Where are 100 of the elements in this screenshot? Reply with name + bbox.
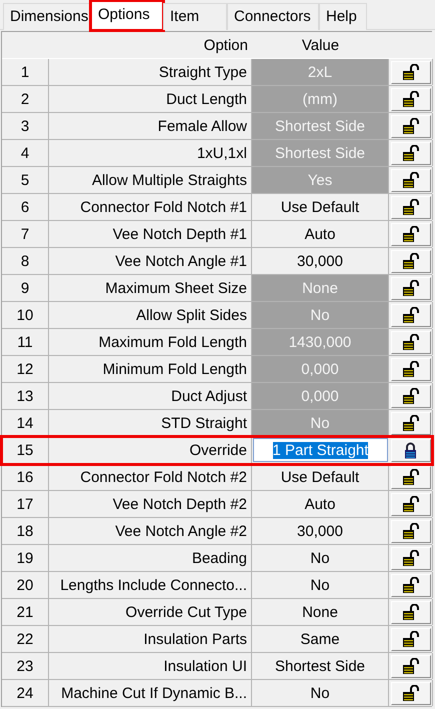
open-padlock-icon (402, 144, 419, 162)
option-label: Override Cut Type (49, 599, 252, 625)
lock-button[interactable] (390, 114, 430, 138)
lock-button[interactable] (390, 88, 430, 110)
lock-button[interactable] (390, 466, 430, 488)
row-number: 17 (2, 491, 49, 517)
lock-button[interactable] (390, 168, 430, 192)
row-number: 3 (2, 113, 49, 139)
row-number: 4 (2, 140, 49, 166)
row-number: 14 (2, 410, 49, 436)
open-padlock-icon (402, 550, 419, 566)
open-padlock-icon (402, 388, 419, 404)
open-padlock-icon (402, 64, 419, 80)
value-field[interactable]: 1 Part Straight (253, 438, 388, 462)
open-padlock-icon (402, 334, 419, 350)
open-padlock-icon (402, 172, 419, 188)
option-label: Machine Cut If Dynamic B... (49, 680, 252, 706)
lock-button[interactable] (390, 574, 430, 596)
row-number: 2 (2, 86, 49, 112)
column-header: Option (204, 36, 248, 54)
lock-button[interactable] (390, 546, 430, 570)
open-padlock-icon (402, 360, 419, 378)
option-label: Vee Notch Depth #2 (49, 491, 252, 517)
option-label: Connector Fold Notch #1 (49, 194, 252, 220)
option-label: Lengths Include Connecto... (49, 572, 252, 598)
lock-button[interactable] (390, 142, 430, 164)
open-padlock-icon (402, 522, 419, 540)
tab[interactable]: Dimensions (3, 3, 91, 30)
value-cell[interactable]: Same (252, 626, 389, 652)
row-number: 9 (2, 275, 49, 301)
row-number: 8 (2, 248, 49, 274)
value-cell[interactable]: Auto (252, 491, 389, 517)
value-cell[interactable]: 30,000 (252, 248, 389, 274)
lock-button[interactable] (390, 520, 430, 542)
row-number: 21 (2, 599, 49, 625)
value-cell[interactable]: Use Default (252, 194, 389, 220)
option-label: Connector Fold Notch #2 (49, 464, 252, 490)
lock-button[interactable] (390, 628, 430, 650)
open-padlock-icon (402, 658, 419, 674)
lock-button[interactable] (390, 304, 430, 326)
row-number: 22 (2, 626, 49, 652)
open-padlock-icon (402, 280, 419, 296)
value-cell[interactable]: Auto (252, 221, 389, 247)
open-padlock-icon (402, 252, 419, 270)
open-padlock-icon (402, 306, 419, 324)
lock-button[interactable] (390, 682, 430, 704)
option-label: Insulation UI (49, 653, 252, 679)
lock-button[interactable] (390, 196, 430, 218)
row-number: 11 (2, 329, 49, 355)
open-padlock-icon (402, 604, 419, 620)
row-number: 6 (2, 194, 49, 220)
open-padlock-icon (402, 496, 419, 512)
tab[interactable]: Item (163, 3, 227, 30)
value-cell[interactable]: No (252, 680, 389, 706)
row-number: 5 (2, 167, 49, 193)
open-padlock-icon (402, 118, 419, 134)
tab[interactable]: Help (319, 3, 367, 30)
open-padlock-icon (402, 90, 419, 108)
option-label: Insulation Parts (49, 626, 252, 652)
lock-button[interactable] (390, 222, 430, 246)
open-padlock-icon (402, 468, 419, 486)
tab[interactable]: Connectors (227, 3, 319, 30)
value-cell[interactable]: Shortest Side (252, 653, 389, 679)
row-number: 16 (2, 464, 49, 490)
option-label: Vee Notch Angle #1 (49, 248, 252, 274)
option-label: Beading (49, 545, 252, 571)
open-padlock-icon (402, 226, 419, 242)
lock-button[interactable] (390, 60, 430, 84)
lock-button[interactable] (390, 654, 430, 678)
lock-button[interactable] (390, 492, 430, 516)
open-padlock-icon (402, 414, 419, 432)
row-number: 24 (2, 680, 49, 706)
row-number: 18 (2, 518, 49, 544)
row-number: 15 (2, 437, 49, 463)
lock-button[interactable] (390, 600, 430, 624)
tab[interactable]: Options (91, 1, 163, 30)
value-cell[interactable]: Use Default (252, 464, 389, 490)
lock-button[interactable] (390, 276, 430, 300)
option-label: Override (49, 437, 252, 463)
lock-button[interactable] (390, 438, 430, 462)
row-number: 20 (2, 572, 49, 598)
lock-button[interactable] (390, 384, 430, 408)
value-cell[interactable]: 30,000 (252, 518, 389, 544)
lock-button[interactable] (390, 250, 430, 272)
open-padlock-icon (402, 576, 419, 594)
open-padlock-icon (402, 630, 419, 648)
value-cell[interactable]: No (252, 545, 389, 571)
lock-button[interactable] (390, 412, 430, 434)
row-number: 19 (2, 545, 49, 571)
lock-button[interactable] (390, 358, 430, 380)
row-number: 12 (2, 356, 49, 382)
value-cell[interactable]: No (252, 572, 389, 598)
column-header: Value (302, 36, 340, 54)
row-number: 1 (2, 59, 49, 85)
row-number: 10 (2, 302, 49, 328)
row-number: 7 (2, 221, 49, 247)
option-label: Vee Notch Depth #1 (49, 221, 252, 247)
value-cell[interactable]: None (252, 599, 389, 625)
row-number: 13 (2, 383, 49, 409)
lock-button[interactable] (390, 330, 430, 354)
